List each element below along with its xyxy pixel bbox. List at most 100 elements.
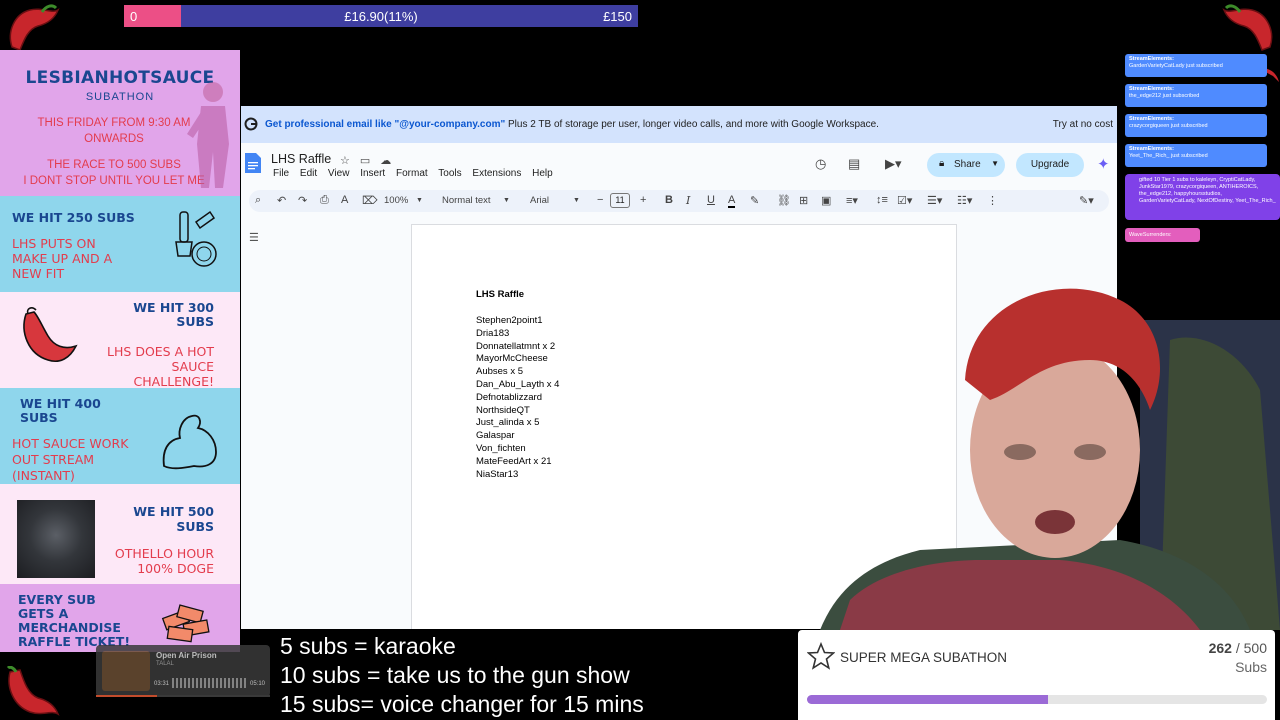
raffle-info-card: EVERY SUB GETS A MERCHANDISE RAFFLE TICK…: [0, 584, 240, 652]
chat-alert: StreamElements: crazycorgiqueen just subs…: [1125, 114, 1267, 137]
promo-headline: Get professional email like "@your-compa…: [265, 119, 506, 130]
menu-bar: File Edit View Insert Format Tools Exten…: [273, 168, 561, 179]
insert-image-icon[interactable]: ▣: [821, 194, 831, 207]
raffle-entry: Aubses x 5: [476, 366, 523, 378]
gemini-sparkle-icon[interactable]: ✦: [1097, 155, 1110, 173]
editing-mode-icon[interactable]: ✎▾: [1079, 194, 1094, 207]
chevron-down-icon: ▼: [503, 197, 510, 204]
subathon-header-card: LESBIANHOTSAUCE SUBATHON THIS FRIDAY FRO…: [0, 50, 240, 196]
elapsed-time: 03:31: [154, 681, 170, 687]
google-g-icon: [244, 117, 258, 131]
goal-body-line: LHS DOES A HOT: [107, 344, 214, 359]
underline-icon[interactable]: U: [707, 194, 715, 206]
tickets-icon: [161, 604, 210, 643]
numbered-list-icon[interactable]: ☷▾: [957, 194, 972, 207]
raid-alert: WaveSurrenders:: [1125, 228, 1200, 242]
document-title[interactable]: LHS Raffle: [271, 152, 331, 166]
document-outline-icon[interactable]: ☰: [249, 231, 259, 244]
menu-help[interactable]: Help: [532, 168, 553, 179]
line-spacing-icon[interactable]: ↕≡: [876, 194, 888, 206]
goal-title: SUBS: [176, 519, 214, 534]
share-button[interactable]: 🔒︎ Share ▼: [927, 153, 1005, 177]
zoom-select[interactable]: 100%: [384, 195, 408, 206]
spellcheck-icon[interactable]: A: [341, 194, 348, 206]
chevron-down-icon[interactable]: ▼: [991, 159, 999, 168]
subathon-progress-fill: [807, 695, 1049, 704]
docs-logo-icon[interactable]: [245, 153, 261, 173]
move-folder-icon[interactable]: ▭: [360, 155, 370, 167]
menu-extensions[interactable]: Extensions: [472, 168, 521, 179]
subathon-goal-widget: SUPER MEGA SUBATHON 262 / 500 Subs: [798, 630, 1275, 720]
track-progress-bar: [96, 695, 270, 697]
track-duration: 05:10: [250, 681, 266, 687]
menu-view[interactable]: View: [328, 168, 350, 179]
font-size-input[interactable]: 11: [610, 193, 630, 208]
goal-body-line: 100% DOGE: [137, 561, 214, 576]
chevron-down-icon: ▼: [416, 197, 423, 204]
menu-file[interactable]: File: [273, 168, 289, 179]
version-history-icon[interactable]: ◷: [815, 156, 826, 172]
raffle-entry-list: Stephen2point1 Dria183 Donnatellatmnt x …: [476, 315, 559, 481]
raffle-entry: Donnatellatmnt x 2: [476, 340, 556, 352]
donation-current-value: £16.90(11%): [344, 9, 418, 24]
goal-body-line: OTHELLO HOUR: [114, 546, 214, 561]
goal-body-line: OUT STREAM: [12, 452, 95, 467]
italic-icon[interactable]: I: [686, 194, 690, 207]
menu-insert[interactable]: Insert: [360, 168, 385, 179]
paint-format-icon[interactable]: ⌦: [362, 194, 378, 207]
raffle-entry: Just_alinda x 5: [476, 417, 540, 429]
font-family-select[interactable]: Arial: [530, 195, 549, 206]
character-illustration: [187, 82, 229, 188]
raffle-line: EVERY SUB: [18, 592, 96, 607]
add-comment-icon[interactable]: ⊞: [799, 194, 808, 207]
star-icon[interactable]: ☆: [340, 155, 350, 167]
goal-title: WE HIT 500: [133, 504, 214, 519]
raffle-entry: NiaStar13: [476, 468, 519, 480]
checklist-icon[interactable]: ☑▾: [897, 194, 912, 207]
insert-link-icon[interactable]: ⛓: [777, 194, 791, 207]
print-icon[interactable]: ⎙: [320, 194, 329, 207]
flexed-arm-icon: [162, 414, 217, 470]
cloud-saved-icon[interactable]: ☁: [380, 155, 391, 167]
raffle-line: GETS A: [18, 606, 69, 621]
goal-body-line: (INSTANT): [12, 468, 75, 483]
meet-icon[interactable]: ▶▾: [885, 156, 902, 172]
decrease-font-size-icon[interactable]: −: [597, 194, 603, 206]
menu-format[interactable]: Format: [396, 168, 428, 179]
increase-font-size-icon[interactable]: +: [640, 194, 646, 206]
text-color-icon[interactable]: A: [728, 194, 736, 208]
bold-icon[interactable]: B: [665, 194, 673, 206]
menu-edit[interactable]: Edit: [300, 168, 317, 179]
raffle-entry: MayorMcCheese: [476, 353, 548, 365]
highlight-icon[interactable]: ✎: [750, 194, 759, 207]
lock-icon: 🔒︎: [939, 158, 945, 169]
align-icon[interactable]: ≡▾: [846, 194, 858, 207]
formatting-toolbar: ⌕ ↶ ↷ ⎙ A ⌦ 100% ▼ Normal text ▼ Arial ▼…: [249, 190, 1109, 212]
goal-card-400: WE HIT 400 SUBS HOT SAUCE WORK OUT STREA…: [0, 388, 240, 484]
album-art: [102, 651, 150, 691]
goal-body-line: NEW FIT: [12, 266, 65, 281]
raffle-entry: Stephen2point1: [476, 315, 543, 326]
workspace-promo-banner: Get professional email like "@your-compa…: [241, 106, 1117, 143]
menu-tools[interactable]: Tools: [438, 168, 461, 179]
raffle-entry: Galaspar: [476, 430, 515, 442]
undo-icon[interactable]: ↶: [277, 194, 286, 207]
more-options-icon[interactable]: ⋮: [987, 194, 998, 207]
search-menus-icon[interactable]: ⌕: [255, 194, 261, 207]
chili-pepper-icon: [6, 666, 60, 716]
try-at-no-cost-link[interactable]: Try at no cost: [1053, 119, 1113, 130]
goal-title: SUBS: [176, 314, 214, 329]
star-icon: [807, 642, 835, 670]
goal-title: WE HIT 400: [20, 396, 101, 411]
redo-icon[interactable]: ↷: [298, 194, 307, 207]
subathon-title: SUPER MEGA SUBATHON: [840, 650, 1008, 665]
bulleted-list-icon[interactable]: ☰▾: [927, 194, 942, 207]
paragraph-style-select[interactable]: Normal text: [442, 195, 491, 206]
goal-card-300: WE HIT 300 SUBS LHS DOES A HOT SAUCE CHA…: [0, 292, 240, 388]
raffle-entry: Von_fichten: [476, 442, 526, 454]
raffle-entry: Dria183: [476, 327, 510, 339]
goal-body-line: MAKE UP AND A: [12, 251, 113, 266]
upgrade-button[interactable]: Upgrade: [1016, 153, 1084, 177]
waveform-visualizer: [172, 678, 246, 688]
comments-icon[interactable]: ▤: [848, 156, 860, 172]
